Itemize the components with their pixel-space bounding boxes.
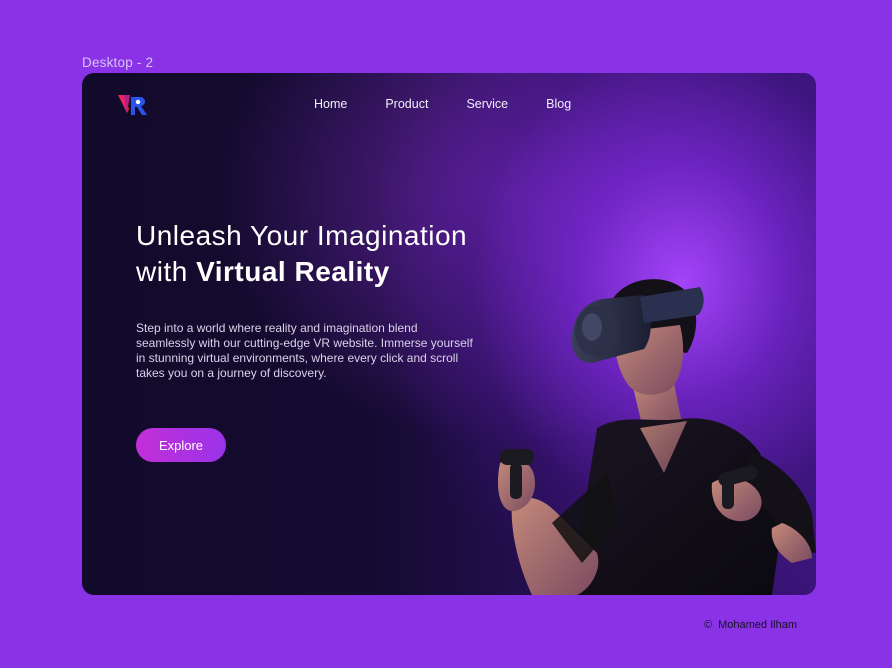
- nav-product[interactable]: Product: [385, 97, 428, 111]
- nav-service[interactable]: Service: [466, 97, 508, 111]
- vr-logo-icon[interactable]: [118, 93, 154, 117]
- nav-blog[interactable]: Blog: [546, 97, 571, 111]
- desktop-frame: Home Product Service Blog Unleash Your I…: [82, 73, 816, 595]
- copyright-icon: ©: [704, 619, 713, 631]
- nav-home[interactable]: Home: [314, 97, 347, 111]
- author-name: Mohamed Ilham: [718, 619, 797, 631]
- vr-user-illustration: [497, 279, 816, 595]
- frame-label: Desktop - 2: [82, 55, 154, 70]
- headline-line-2-strong: Virtual Reality: [196, 256, 390, 287]
- copyright-credit: © Mohamed Ilham: [704, 619, 797, 631]
- headline-line-2-prefix: with: [136, 256, 197, 287]
- explore-button[interactable]: Explore: [136, 428, 226, 462]
- main-nav: Home Product Service Blog: [314, 97, 571, 111]
